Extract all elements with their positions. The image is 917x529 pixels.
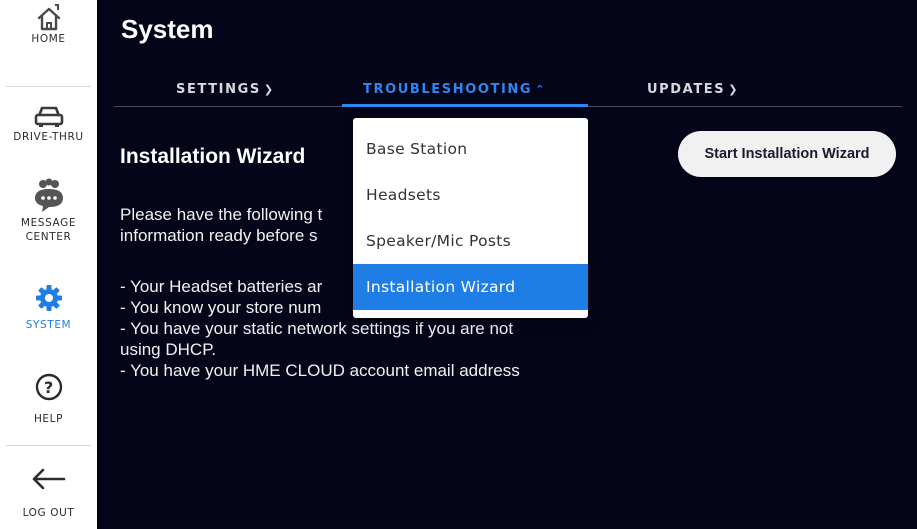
start-installation-wizard-button[interactable]: Start Installation Wizard: [678, 131, 896, 177]
sidebar-divider: [6, 86, 91, 87]
sidebar-item-home[interactable]: HOME: [0, 2, 97, 46]
gear-icon: [35, 285, 62, 311]
chevron-down-icon: ❯: [728, 83, 740, 96]
sidebar-item-help[interactable]: ? HELP: [0, 372, 97, 426]
intro-line-2: information ready before s: [120, 226, 318, 245]
car-icon: [34, 106, 63, 127]
troubleshooting-dropdown: Base Station Headsets Speaker/Mic Posts …: [353, 118, 588, 318]
bullet-item: - Your Headset batteries ar: [120, 277, 323, 296]
bullet-item: - You have your HME CLOUD account email …: [120, 361, 520, 380]
chevron-up-icon: ⌃: [535, 83, 546, 96]
home-icon: [37, 4, 60, 31]
message-center-icon: [34, 178, 63, 212]
sidebar-item-system[interactable]: SYSTEM: [0, 284, 97, 332]
tab-label: SETTINGS: [176, 82, 261, 97]
sidebar-item-label: LOG OUT: [22, 507, 75, 519]
sidebar-item-log-out[interactable]: LOG OUT: [0, 464, 97, 520]
tab-settings[interactable]: SETTINGS ❯: [176, 82, 275, 97]
sidebar-item-drive-thru[interactable]: DRIVE-THRU: [0, 100, 97, 144]
active-tab-indicator: [342, 104, 588, 107]
tab-troubleshooting[interactable]: TROUBLESHOOTING ⌃: [363, 82, 546, 97]
dropdown-item-speaker-mic-posts[interactable]: Speaker/Mic Posts: [353, 218, 588, 264]
tab-updates[interactable]: UPDATES ❯: [647, 82, 739, 97]
page-title: System: [121, 14, 214, 44]
dropdown-item-installation-wizard[interactable]: Installation Wizard: [353, 264, 588, 310]
chevron-down-icon: ❯: [263, 83, 275, 96]
tab-label: UPDATES: [647, 82, 726, 97]
section-heading: Installation Wizard: [120, 145, 306, 168]
tab-label: TROUBLESHOOTING: [363, 82, 533, 97]
sidebar-item-label: SYSTEM: [25, 319, 72, 331]
dropdown-item-headsets[interactable]: Headsets: [353, 172, 588, 218]
sidebar-item-label: DRIVE-THRU: [13, 131, 84, 143]
sidebar-item-label: HELP: [33, 413, 64, 425]
sidebar-item-label: MESSAGE CENTER: [20, 217, 77, 243]
sidebar-divider: [6, 445, 91, 446]
bullet-item: - You know your store num: [120, 298, 322, 317]
sidebar: HOME DRIVE-THRU MESSAGE CENTER SYSTEM ? …: [0, 0, 97, 529]
svg-text:?: ?: [44, 378, 54, 397]
sidebar-item-label: HOME: [31, 33, 66, 45]
arrow-left-icon: [32, 468, 65, 490]
bullet-item: - You have your static network settings …: [120, 319, 514, 338]
intro-line-1: Please have the following t: [120, 205, 323, 224]
bullet-item: using DHCP.: [120, 340, 217, 359]
sidebar-item-message-center[interactable]: MESSAGE CENTER: [0, 178, 97, 244]
help-icon: ?: [35, 373, 62, 401]
dropdown-item-base-station[interactable]: Base Station: [353, 126, 588, 172]
